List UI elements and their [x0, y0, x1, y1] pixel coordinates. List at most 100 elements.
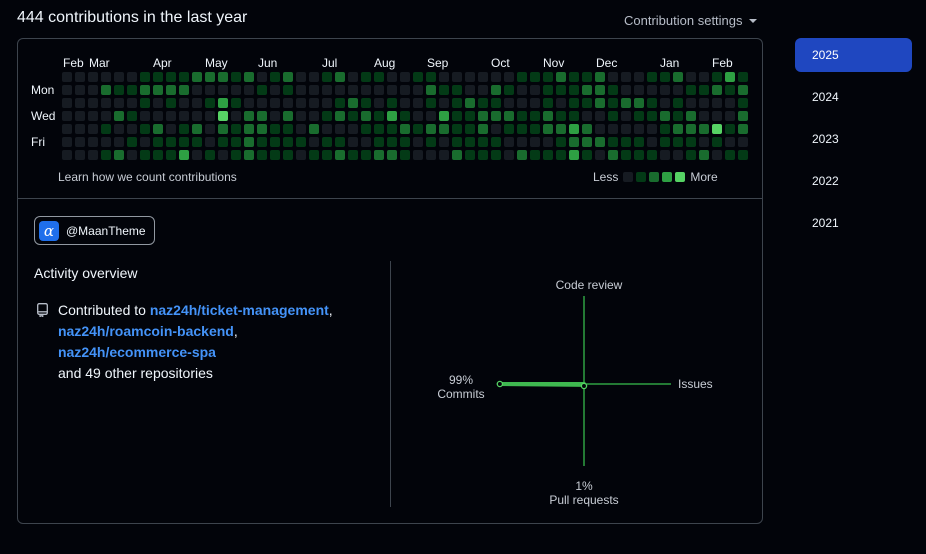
calendar-day-cell[interactable] — [296, 111, 306, 121]
calendar-day-cell[interactable] — [62, 124, 72, 134]
calendar-day-cell[interactable] — [738, 72, 748, 82]
calendar-day-cell[interactable] — [127, 111, 137, 121]
calendar-day-cell[interactable] — [205, 98, 215, 108]
calendar-day-cell[interactable] — [374, 85, 384, 95]
calendar-day-cell[interactable] — [569, 150, 579, 160]
calendar-day-cell[interactable] — [400, 85, 410, 95]
calendar-day-cell[interactable] — [634, 85, 644, 95]
calendar-day-cell[interactable] — [712, 124, 722, 134]
calendar-day-cell[interactable] — [439, 124, 449, 134]
calendar-day-cell[interactable] — [725, 150, 735, 160]
calendar-day-cell[interactable] — [725, 72, 735, 82]
calendar-day-cell[interactable] — [88, 98, 98, 108]
calendar-day-cell[interactable] — [556, 150, 566, 160]
calendar-day-cell[interactable] — [335, 137, 345, 147]
calendar-day-cell[interactable] — [582, 137, 592, 147]
calendar-day-cell[interactable] — [231, 137, 241, 147]
calendar-day-cell[interactable] — [101, 111, 111, 121]
calendar-day-cell[interactable] — [556, 72, 566, 82]
learn-contributions-link[interactable]: Learn how we count contributions — [58, 170, 237, 184]
calendar-day-cell[interactable] — [296, 85, 306, 95]
calendar-day-cell[interactable] — [478, 72, 488, 82]
calendar-day-cell[interactable] — [361, 111, 371, 121]
calendar-day-cell[interactable] — [75, 111, 85, 121]
calendar-day-cell[interactable] — [426, 124, 436, 134]
calendar-day-cell[interactable] — [270, 85, 280, 95]
calendar-day-cell[interactable] — [179, 150, 189, 160]
calendar-day-cell[interactable] — [166, 72, 176, 82]
calendar-day-cell[interactable] — [660, 111, 670, 121]
calendar-day-cell[interactable] — [738, 150, 748, 160]
calendar-day-cell[interactable] — [439, 137, 449, 147]
calendar-day-cell[interactable] — [686, 85, 696, 95]
calendar-day-cell[interactable] — [491, 111, 501, 121]
calendar-day-cell[interactable] — [725, 111, 735, 121]
calendar-day-cell[interactable] — [322, 111, 332, 121]
calendar-day-cell[interactable] — [283, 137, 293, 147]
calendar-day-cell[interactable] — [543, 72, 553, 82]
calendar-day-cell[interactable] — [517, 150, 527, 160]
calendar-day-cell[interactable] — [101, 72, 111, 82]
calendar-day-cell[interactable] — [153, 150, 163, 160]
calendar-day-cell[interactable] — [166, 124, 176, 134]
calendar-day-cell[interactable] — [296, 137, 306, 147]
calendar-day-cell[interactable] — [400, 72, 410, 82]
calendar-day-cell[interactable] — [309, 150, 319, 160]
calendar-day-cell[interactable] — [660, 72, 670, 82]
calendar-day-cell[interactable] — [699, 98, 709, 108]
calendar-day-cell[interactable] — [647, 137, 657, 147]
calendar-day-cell[interactable] — [309, 124, 319, 134]
calendar-day-cell[interactable] — [283, 124, 293, 134]
calendar-day-cell[interactable] — [569, 72, 579, 82]
year-2023[interactable]: 2023 — [795, 122, 912, 156]
calendar-day-cell[interactable] — [582, 72, 592, 82]
calendar-day-cell[interactable] — [621, 72, 631, 82]
calendar-day-cell[interactable] — [257, 85, 267, 95]
calendar-day-cell[interactable] — [699, 111, 709, 121]
calendar-day-cell[interactable] — [322, 98, 332, 108]
calendar-day-cell[interactable] — [413, 85, 423, 95]
calendar-day-cell[interactable] — [361, 124, 371, 134]
calendar-day-cell[interactable] — [621, 124, 631, 134]
calendar-day-cell[interactable] — [673, 111, 683, 121]
calendar-day-cell[interactable] — [257, 72, 267, 82]
calendar-day-cell[interactable] — [88, 85, 98, 95]
calendar-day-cell[interactable] — [712, 137, 722, 147]
calendar-day-cell[interactable] — [114, 111, 124, 121]
calendar-day-cell[interactable] — [283, 98, 293, 108]
calendar-day-cell[interactable] — [75, 150, 85, 160]
calendar-day-cell[interactable] — [231, 72, 241, 82]
calendar-day-cell[interactable] — [530, 111, 540, 121]
calendar-day-cell[interactable] — [530, 150, 540, 160]
calendar-day-cell[interactable] — [413, 98, 423, 108]
calendar-day-cell[interactable] — [517, 72, 527, 82]
calendar-day-cell[interactable] — [634, 124, 644, 134]
calendar-day-cell[interactable] — [153, 124, 163, 134]
calendar-day-cell[interactable] — [699, 137, 709, 147]
calendar-day-cell[interactable] — [543, 98, 553, 108]
calendar-day-cell[interactable] — [140, 85, 150, 95]
calendar-day-cell[interactable] — [426, 150, 436, 160]
calendar-day-cell[interactable] — [621, 137, 631, 147]
calendar-day-cell[interactable] — [465, 72, 475, 82]
calendar-day-cell[interactable] — [504, 98, 514, 108]
calendar-day-cell[interactable] — [270, 124, 280, 134]
calendar-day-cell[interactable] — [413, 124, 423, 134]
calendar-day-cell[interactable] — [179, 72, 189, 82]
calendar-day-cell[interactable] — [374, 111, 384, 121]
calendar-day-cell[interactable] — [465, 85, 475, 95]
calendar-day-cell[interactable] — [621, 111, 631, 121]
calendar-day-cell[interactable] — [101, 137, 111, 147]
calendar-day-cell[interactable] — [595, 137, 605, 147]
year-2021[interactable]: 2021 — [795, 206, 912, 240]
calendar-day-cell[interactable] — [322, 137, 332, 147]
calendar-day-cell[interactable] — [673, 98, 683, 108]
calendar-day-cell[interactable] — [400, 150, 410, 160]
calendar-day-cell[interactable] — [647, 111, 657, 121]
calendar-day-cell[interactable] — [608, 98, 618, 108]
calendar-day-cell[interactable] — [413, 150, 423, 160]
calendar-day-cell[interactable] — [491, 124, 501, 134]
calendar-day-cell[interactable] — [660, 124, 670, 134]
calendar-day-cell[interactable] — [712, 150, 722, 160]
calendar-day-cell[interactable] — [686, 72, 696, 82]
